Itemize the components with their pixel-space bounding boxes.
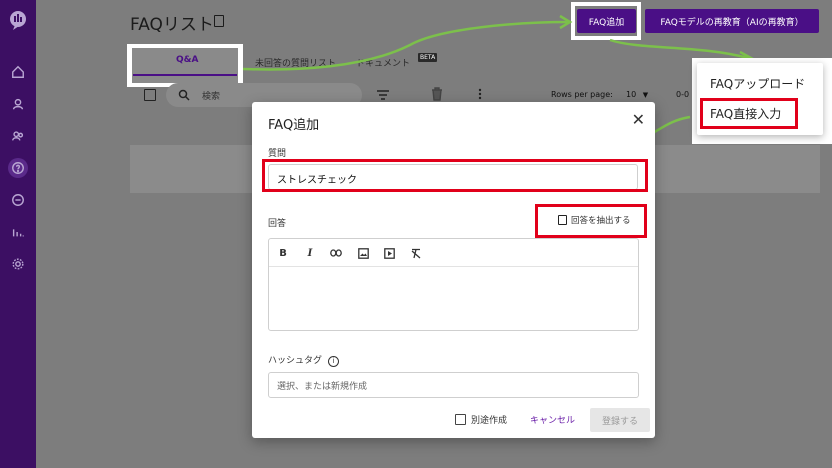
document-icon <box>214 15 224 27</box>
hashtag-placeholder: 選択、または新規作成 <box>277 382 368 392</box>
sidebar <box>0 0 36 468</box>
faq-add-dialog: FAQ追加 ✕ 質問 ストレスチェック 回答 回答を抽出する B I ハッシュタ… <box>252 102 655 438</box>
search-placeholder: 検索 <box>202 92 221 102</box>
dialog-title: FAQ追加 <box>268 118 320 133</box>
bold-icon[interactable]: B <box>276 246 290 260</box>
highlight-direct-input <box>700 98 798 129</box>
info-icon[interactable]: i <box>327 356 339 367</box>
select-all-checkbox[interactable] <box>144 89 156 101</box>
highlight-frame-qa: Q&A <box>127 44 243 87</box>
app-logo-icon <box>10 11 26 30</box>
editor-toolbar: B I <box>269 239 638 267</box>
filter-icon[interactable] <box>376 89 390 101</box>
users-icon[interactable] <box>8 126 28 146</box>
rows-per-page-select[interactable]: 10 ▼ <box>626 90 648 99</box>
menu-item-faq-upload[interactable]: FAQアップロード <box>710 75 805 92</box>
answer-label: 回答 <box>268 219 287 229</box>
add-faq-button[interactable]: FAQ追加 <box>577 9 636 33</box>
tab-documents[interactable]: ドキュメント <box>356 56 410 69</box>
answer-editor[interactable]: B I <box>268 238 639 331</box>
separate-create-label: 別途作成 <box>471 416 508 426</box>
close-icon[interactable]: ✕ <box>632 110 645 129</box>
italic-icon[interactable]: I <box>303 246 317 260</box>
rows-per-page-value: 10 <box>626 90 637 99</box>
more-vertical-icon[interactable] <box>478 88 482 100</box>
tab-qa[interactable]: Q&A <box>176 55 198 65</box>
faq-icon[interactable] <box>8 158 28 178</box>
chart-icon[interactable] <box>8 222 28 242</box>
video-icon[interactable] <box>382 246 396 260</box>
cancel-button[interactable]: キャンセル <box>530 413 575 426</box>
retrain-model-button[interactable]: FAQモデルの再教育（AIの再教育） <box>645 9 819 33</box>
hashtag-label: ハッシュタグ i <box>268 353 339 367</box>
image-icon[interactable] <box>356 246 370 260</box>
register-button[interactable]: 登録する <box>590 408 650 432</box>
clear-format-icon[interactable] <box>409 246 423 260</box>
chevron-down-icon: ▼ <box>642 91 649 99</box>
hashtag-input[interactable]: 選択、または新規作成 <box>268 372 639 398</box>
home-icon[interactable] <box>8 62 28 82</box>
tab-unanswered[interactable]: 未回答の質問リスト <box>255 56 336 69</box>
separate-create-checkbox[interactable] <box>455 414 466 425</box>
question-label: 質問 <box>268 149 287 159</box>
user-icon[interactable] <box>8 94 28 114</box>
trash-icon[interactable] <box>431 87 443 101</box>
search-icon <box>178 89 190 101</box>
settings-icon[interactable] <box>8 254 28 274</box>
chat-icon[interactable] <box>8 190 28 210</box>
link-icon[interactable] <box>329 246 343 260</box>
beta-badge: BETA <box>418 53 438 62</box>
rows-per-page-label: Rows per page: <box>551 90 613 99</box>
highlight-question-input <box>262 159 648 192</box>
highlight-extract-answer <box>535 204 647 238</box>
page-title: FAQリスト <box>130 15 214 35</box>
tab-indicator <box>133 74 237 76</box>
